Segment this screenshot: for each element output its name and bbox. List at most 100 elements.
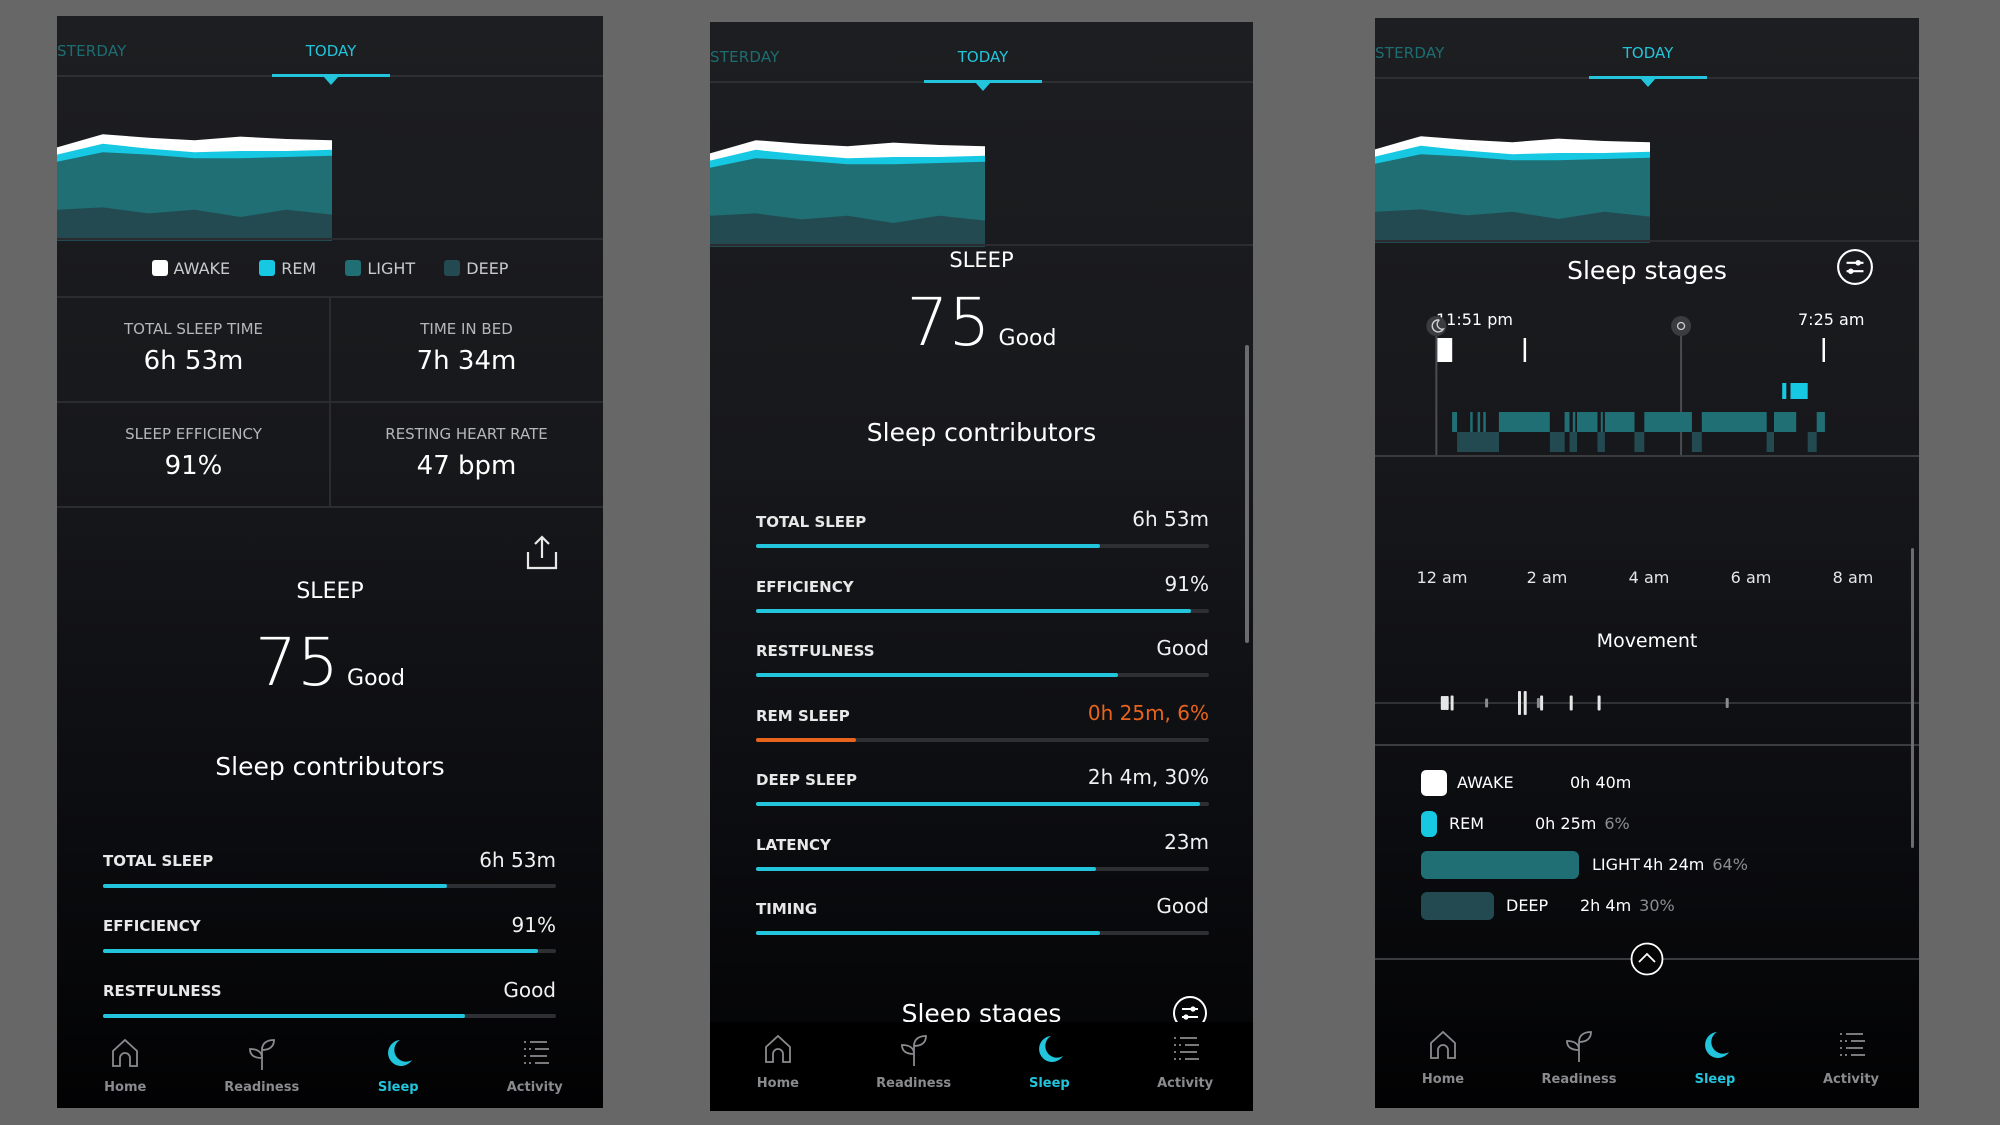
legend-label: DEEP — [466, 259, 509, 278]
nav-sleep[interactable]: Sleep — [989, 1032, 1109, 1091]
tab-today[interactable]: TODAY — [1588, 44, 1708, 62]
contributor-total-sleep[interactable]: TOTAL SLEEP 6h 53m — [103, 836, 556, 888]
nav-activity[interactable]: Activity — [1125, 1032, 1245, 1091]
scrollbar[interactable] — [1911, 548, 1914, 848]
stage-segment-awake — [1437, 338, 1453, 362]
stage-label: AWAKE — [1457, 773, 1514, 792]
contributor-label: TOTAL SLEEP — [756, 513, 867, 531]
divider — [1375, 744, 1919, 746]
stage-segment-rem — [1790, 383, 1808, 399]
movement-chart — [1375, 691, 1919, 715]
stage-segment-light — [1483, 412, 1486, 432]
tab-today[interactable]: TODAY — [271, 42, 391, 60]
day-tabs: STERDAY TODAY — [710, 22, 1253, 91]
hour-tick-label: 8 am — [1832, 568, 1874, 587]
nav-readiness[interactable]: Readiness — [854, 1032, 974, 1091]
stage-duration-value: 0h 25m — [1535, 814, 1597, 833]
phone-screen-contributors: STERDAY TODAY SLEEP 75 Good Sleep contrib… — [710, 22, 1253, 1111]
contributor-value: 91% — [511, 913, 556, 937]
rem-swatch — [259, 260, 276, 276]
area-deep — [710, 213, 985, 247]
nav-activity[interactable]: Activity — [1791, 1028, 1911, 1087]
nav-label: Activity — [1822, 1072, 1880, 1087]
nav-label: Home — [756, 1076, 799, 1091]
stage-segment-light — [1498, 412, 1550, 432]
nav-sleep[interactable]: Sleep — [1655, 1028, 1775, 1087]
stage-segment-deep — [1549, 432, 1565, 452]
contributor-value: 23m — [1164, 829, 1209, 854]
stage-segment-light — [1644, 412, 1692, 432]
filter-settings-icon[interactable] — [1836, 248, 1874, 286]
contributor-bar-fill — [756, 866, 1096, 871]
hour-tick-label: 4 am — [1628, 568, 1670, 587]
stage-duration-value: 0h 40m — [1570, 773, 1632, 792]
scrollbar[interactable] — [1245, 345, 1249, 643]
legend-light: LIGHT — [345, 259, 415, 278]
tab-yesterday[interactable]: STERDAY — [1375, 44, 1445, 62]
nav-home[interactable]: Home — [718, 1032, 838, 1091]
nav-home[interactable]: Home — [1383, 1028, 1503, 1087]
contributor-rem-sleep[interactable]: REM SLEEP 0h 25m, 6% — [756, 690, 1209, 742]
nav-label: Activity — [1157, 1076, 1214, 1091]
tab-yesterday[interactable]: STERDAY — [57, 42, 127, 60]
stage-percent: 6% — [1604, 814, 1630, 833]
contributor-value: 6h 53m — [479, 848, 556, 872]
stage-segment-light — [1774, 412, 1797, 432]
nav-sleep[interactable]: Sleep — [338, 1036, 458, 1095]
contributor-bar-fill — [103, 949, 538, 953]
tab-today[interactable]: TODAY — [923, 48, 1043, 66]
stage-segment-light — [1477, 412, 1481, 432]
stage-segment-light — [1816, 412, 1825, 432]
nav-home[interactable]: Home — [65, 1036, 185, 1095]
share-icon[interactable] — [523, 534, 561, 572]
divider — [1375, 240, 1919, 242]
stage-label: LIGHT — [1592, 855, 1640, 874]
stage-segment-deep — [1691, 432, 1702, 452]
nav-readiness[interactable]: Readiness — [202, 1036, 322, 1095]
tab-caret-icon — [1640, 78, 1656, 87]
divider — [57, 238, 603, 240]
movement-tick — [1445, 696, 1449, 710]
phone-screen-sleep-stages: STERDAY TODAY Sleep stages 11:51 pm 7:25… — [1375, 18, 1919, 1108]
bottom-nav: Home Readiness Sleep Activity — [710, 1022, 1253, 1111]
contributor-value: 0h 25m, 6% — [1087, 700, 1209, 725]
collapse-chevron-up-icon[interactable] — [1630, 942, 1664, 976]
nav-activity[interactable]: Activity — [475, 1036, 595, 1095]
stage-segment-deep — [1597, 432, 1605, 452]
nav-label: Home — [104, 1080, 147, 1095]
contributor-efficiency[interactable]: EFFICIENCY 91% — [103, 901, 556, 953]
home-icon — [112, 1038, 139, 1067]
contributor-restfulness[interactable]: RESTFULNESS Good — [756, 625, 1209, 677]
movement-tick — [1536, 698, 1540, 708]
contributor-total-sleep[interactable]: TOTAL SLEEP 6h 53m — [756, 496, 1209, 548]
stage-percent: 30% — [1639, 896, 1675, 915]
moon-icon — [388, 1040, 413, 1066]
nav-label: Readiness — [224, 1080, 300, 1095]
contributor-efficiency[interactable]: EFFICIENCY 91% — [756, 561, 1209, 613]
legend-label: REM — [281, 259, 317, 278]
tab-yesterday[interactable]: STERDAY — [710, 48, 780, 66]
stage-segment-light — [1470, 412, 1473, 432]
contributor-latency[interactable]: LATENCY 23m — [756, 819, 1209, 871]
stage-segment-deep — [1569, 432, 1577, 452]
day-tabs: STERDAY TODAY — [1375, 18, 1919, 87]
contributor-bar — [756, 931, 1209, 935]
contributor-bar-fill — [756, 931, 1101, 935]
bottom-nav: Home Readiness Sleep Activity — [1375, 1018, 1919, 1108]
contributor-bar — [756, 544, 1209, 548]
contributor-deep-sleep[interactable]: DEEP SLEEP 2h 4m, 30% — [756, 754, 1209, 806]
contributor-bar — [103, 1014, 556, 1018]
contributor-bar-fill — [756, 544, 1101, 548]
movement-tick — [1597, 695, 1601, 711]
stat-label: RESTING HEART RATE — [385, 425, 548, 443]
contributor-bar — [756, 737, 1209, 742]
legend-deep: DEEP — [444, 259, 508, 278]
contributor-timing[interactable]: TIMING Good — [756, 883, 1209, 935]
sleep-score-title: SLEEP — [949, 248, 1014, 272]
contributor-bar — [103, 949, 556, 953]
stage-segment-deep — [1766, 432, 1774, 452]
contributor-restfulness[interactable]: RESTFULNESS Good — [103, 966, 556, 1018]
tab-caret-icon — [323, 76, 339, 85]
nav-readiness[interactable]: Readiness — [1519, 1028, 1639, 1087]
area-deep — [57, 207, 332, 241]
